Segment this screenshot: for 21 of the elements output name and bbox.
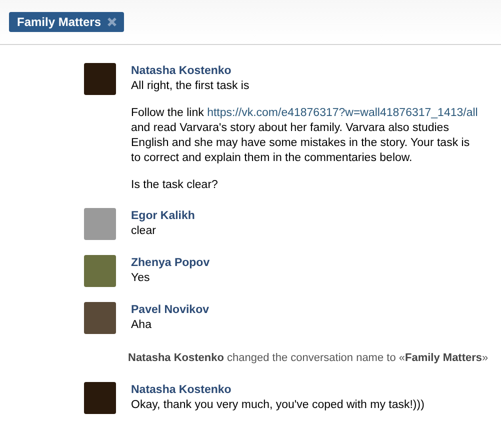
close-icon bbox=[107, 17, 118, 27]
message-text: Follow the link https://vk.com/e41876317?w=wall41876317_1413/all and read Varvara's story about her family. Varvara also studies English and she may have some mistakes in the story. Your task is to correct and explain them in the commentaries below. bbox=[131, 106, 479, 166]
author-name[interactable]: Egor Kalikh bbox=[131, 210, 481, 222]
avatar-placeholder[interactable] bbox=[84, 255, 116, 287]
author-name[interactable]: Pavel Novikov bbox=[131, 304, 481, 316]
message-text: clear bbox=[131, 224, 157, 239]
author-name[interactable]: Zhenya Popov bbox=[131, 257, 481, 269]
avatar-placeholder[interactable] bbox=[84, 382, 116, 414]
author-name[interactable]: Natasha Kostenko bbox=[131, 384, 481, 396]
message-text: Okay, thank you very much, you've coped with my task!))) bbox=[131, 398, 426, 413]
avatar-placeholder[interactable] bbox=[84, 63, 116, 95]
conversation-tab[interactable]: Family Matters bbox=[9, 12, 124, 32]
message-text: All right, the first task is bbox=[131, 79, 250, 94]
avatar-placeholder[interactable] bbox=[84, 302, 116, 334]
message-link[interactable]: https://vk.com/e41876317?w=wall41876317_1413/all bbox=[207, 107, 478, 119]
message-text: Is the task clear? bbox=[131, 178, 219, 193]
author-name[interactable]: Natasha Kostenko bbox=[131, 65, 481, 77]
message-text: Yes bbox=[131, 271, 151, 286]
system-notice: Natasha Kostenko changed the conversation name to «Family Matters» bbox=[128, 352, 490, 364]
message-text: Aha bbox=[131, 318, 152, 333]
avatar-placeholder[interactable] bbox=[84, 208, 116, 240]
